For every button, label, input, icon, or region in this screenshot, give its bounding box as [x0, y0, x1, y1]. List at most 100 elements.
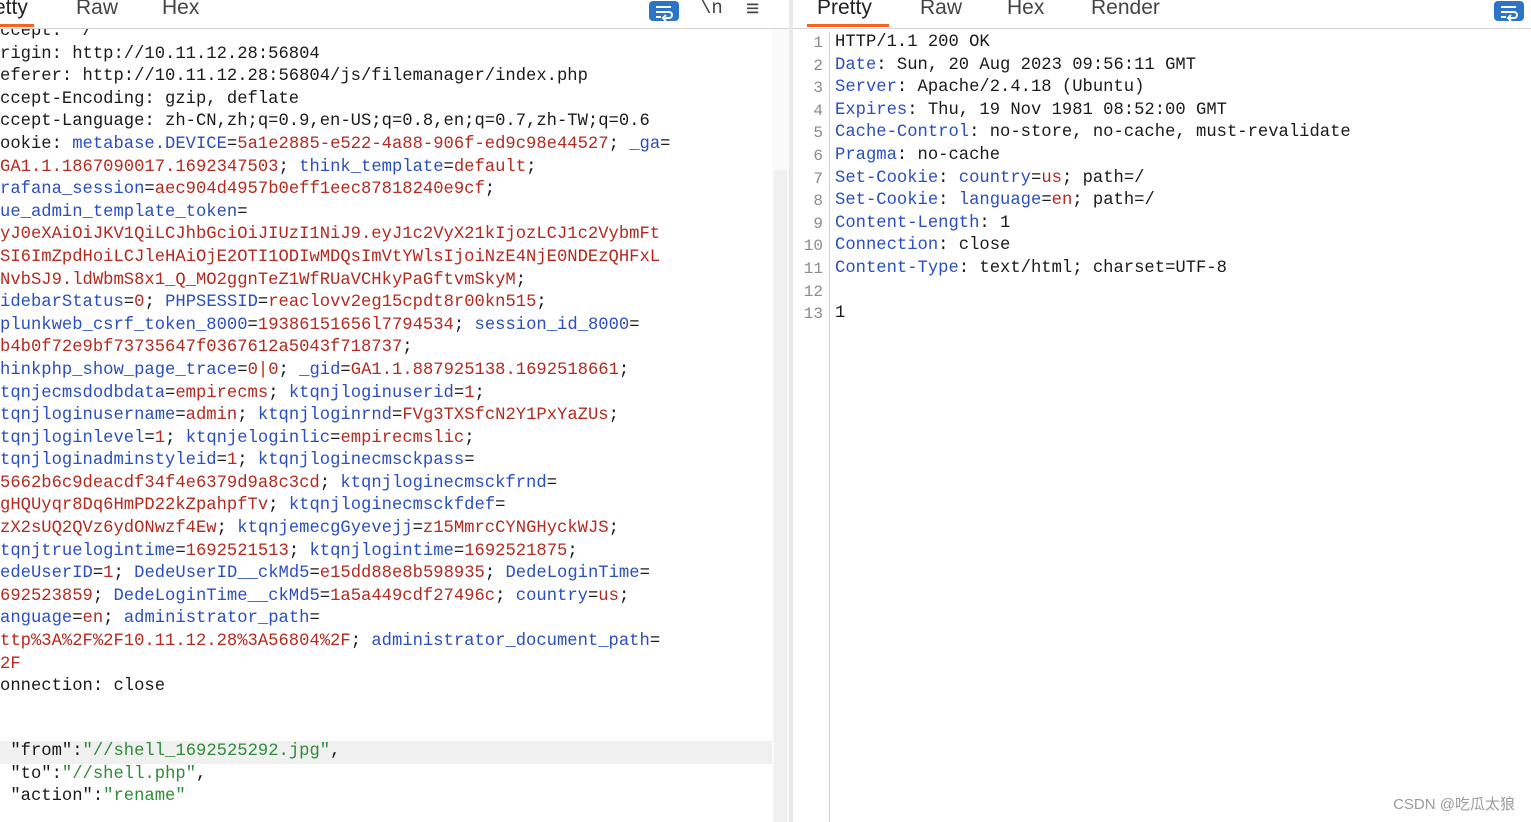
code-token: yJ0eXAiOiJKV1QiLCJhbGciOiJIUzI1NiJ9.eyJ1…: [0, 225, 661, 245]
code-token: FVg3TXSfcN2Y1PxYaZUs: [402, 406, 609, 426]
code-token: =: [453, 383, 465, 403]
code-token: to: [20, 764, 42, 784]
code-token: =: [309, 609, 320, 629]
code-token: ;: [402, 338, 413, 358]
code-token: ;: [453, 315, 475, 335]
code-token: : no-store, no-cache, must-revalidate: [969, 123, 1351, 143]
code-token: 5662b6c9deacdf34f4e6379d9a8c3cd: [0, 473, 320, 493]
line-number: 6: [813, 146, 823, 165]
code-token: : no-cache: [896, 145, 1001, 165]
code-token: Cache-Control: [835, 123, 970, 143]
code-token: en: [82, 609, 104, 629]
tab-raw[interactable]: Raw: [920, 0, 962, 22]
code-token: ktqnjloginrnd: [257, 406, 392, 426]
wrap-lines-icon: [1494, 1, 1524, 22]
code-token: 1: [154, 428, 166, 448]
code-token: PHPSESSID: [165, 293, 258, 313]
code-token: ;: [608, 519, 619, 539]
code-token: =: [1041, 191, 1052, 211]
code-token: ;: [268, 496, 289, 516]
code-token: Content-Type: [835, 258, 959, 278]
code-token: session_id_8000: [474, 315, 630, 335]
code-token: aec904d4957b0eff1eec87818240e9cf: [154, 180, 485, 200]
code-token: ;: [165, 428, 186, 448]
code-token: ktqnjlogintime: [309, 541, 454, 561]
response-line: [835, 281, 1351, 304]
body-line: "action":"rename": [0, 786, 772, 809]
tab-hex[interactable]: Hex: [162, 0, 199, 22]
request-tabbar: etty Raw Hex \n ≡: [0, 0, 789, 29]
code-token: GA1.1.1867090017.1692347503: [0, 157, 279, 177]
code-token: reaclovv2eg15cpdt8r00kn515: [268, 293, 537, 313]
active-tab-indicator: [807, 24, 889, 27]
code-token: ;: [474, 383, 485, 403]
show-newlines-button[interactable]: \n: [700, 0, 723, 22]
code-token: rigin: http://10.11.12.28:56804: [0, 44, 320, 64]
code-token: =: [237, 202, 248, 222]
code-token: Pragma: [835, 145, 897, 165]
code-token: ,: [196, 764, 207, 784]
code-token: =: [123, 293, 135, 313]
line-number: 8: [813, 192, 823, 211]
request-headers[interactable]: ccept: */* rigin: http://10.11.12.28:5680…: [0, 21, 670, 699]
tab-pretty[interactable]: etty: [0, 0, 28, 22]
code-token: ;: [288, 541, 310, 561]
request-line: yJ0eXAiOiJKV1QiLCJhbGciOiJIUzI1NiJ9.eyJ1…: [0, 224, 670, 247]
request-line: tqnjecmsdodbdata=empirecms; ktqnjloginus…: [0, 383, 670, 406]
code-token: : Thu, 19 Nov 1981 08:52:00 GMT: [907, 100, 1227, 120]
response-content[interactable]: HTTP/1.1 200 OK Date: Sun, 20 Aug 2023 09…: [835, 32, 1351, 326]
line-number: 10: [803, 237, 823, 256]
tab-hex[interactable]: Hex: [1007, 0, 1044, 22]
wrap-toggle-button[interactable]: [1494, 0, 1524, 22]
code-token: admin: [185, 406, 238, 426]
code-token: ccept-Language: zh-CN,zh;q=0.9,en-US;q=0…: [0, 112, 650, 132]
wrap-toggle-button[interactable]: [649, 0, 679, 22]
code-token: edeUserID: [0, 564, 93, 584]
code-token: =: [226, 134, 238, 154]
request-line: tqnjloginusername=admin; ktqnjloginrnd=F…: [0, 405, 670, 428]
active-tab-indicator: [0, 24, 34, 27]
code-token: =: [72, 609, 83, 629]
code-token: tqnjloginadminstyleid: [0, 451, 217, 471]
tab-pretty[interactable]: Pretty: [817, 0, 872, 22]
tab-render[interactable]: Render: [1091, 0, 1160, 22]
code-token: default: [453, 157, 527, 177]
response-line: Date: Sun, 20 Aug 2023 09:56:11 GMT: [835, 55, 1351, 78]
body-line: "from":"//shell_1692525292.jpg",: [0, 741, 772, 764]
code-token: 692523859: [0, 586, 93, 606]
code-token: ;: [113, 564, 135, 584]
code-token: DedeUserID__ckMd5: [134, 564, 310, 584]
code-token: metabase.DEVICE: [72, 134, 227, 154]
code-token: eferer: http://10.11.12.28:56804/js/file…: [0, 67, 588, 87]
code-token: ;: [103, 609, 124, 629]
request-line: rafana_session=aec904d4957b0eff1eec87818…: [0, 179, 670, 202]
code-token: rafana_session: [0, 180, 145, 200]
code-token: ;: [495, 586, 516, 606]
code-token: "//shell_1692525292.jpg": [82, 742, 331, 761]
request-scroll-thumb[interactable]: [774, 170, 787, 822]
code-token: =: [309, 564, 320, 584]
body-line: "to":"//shell.php",: [0, 764, 772, 787]
code-token: :: [938, 168, 959, 188]
code-token: 5a1e2885-e522-4a88-906f-ed9c98e44527: [237, 134, 609, 154]
code-token: NvbSJ9.ldWbmS8x1_Q_MO2ggnTeZ1WfRUaVCHkyP…: [0, 270, 516, 290]
code-token: =: [144, 428, 155, 448]
code-token: =: [629, 315, 640, 335]
line-number: 12: [803, 282, 823, 301]
tab-raw[interactable]: Raw: [76, 0, 118, 22]
request-body[interactable]: "from":"//shell_1692525292.jpg", "to": "/…: [0, 741, 772, 809]
code-token: 1a5a449cdf27496c: [330, 586, 496, 606]
code-token: en: [1051, 191, 1073, 211]
request-line: NvbSJ9.ldWbmS8x1_Q_MO2ggnTeZ1WfRUaVCHkyP…: [0, 270, 670, 293]
code-token: 2F: [0, 654, 21, 674]
code-token: =: [1031, 168, 1042, 188]
menu-icon[interactable]: ≡: [746, 0, 759, 22]
code-token: ": [0, 764, 21, 784]
request-line: ccept-Language: zh-CN,zh;q=0.9,en-US;q=0…: [0, 111, 670, 134]
code-token: ;: [484, 564, 506, 584]
code-token: 1: [464, 383, 475, 403]
code-token: ":: [41, 764, 62, 784]
code-token: _ga: [629, 134, 661, 154]
code-token: 1692521875: [464, 541, 568, 561]
code-token: =: [237, 360, 248, 380]
